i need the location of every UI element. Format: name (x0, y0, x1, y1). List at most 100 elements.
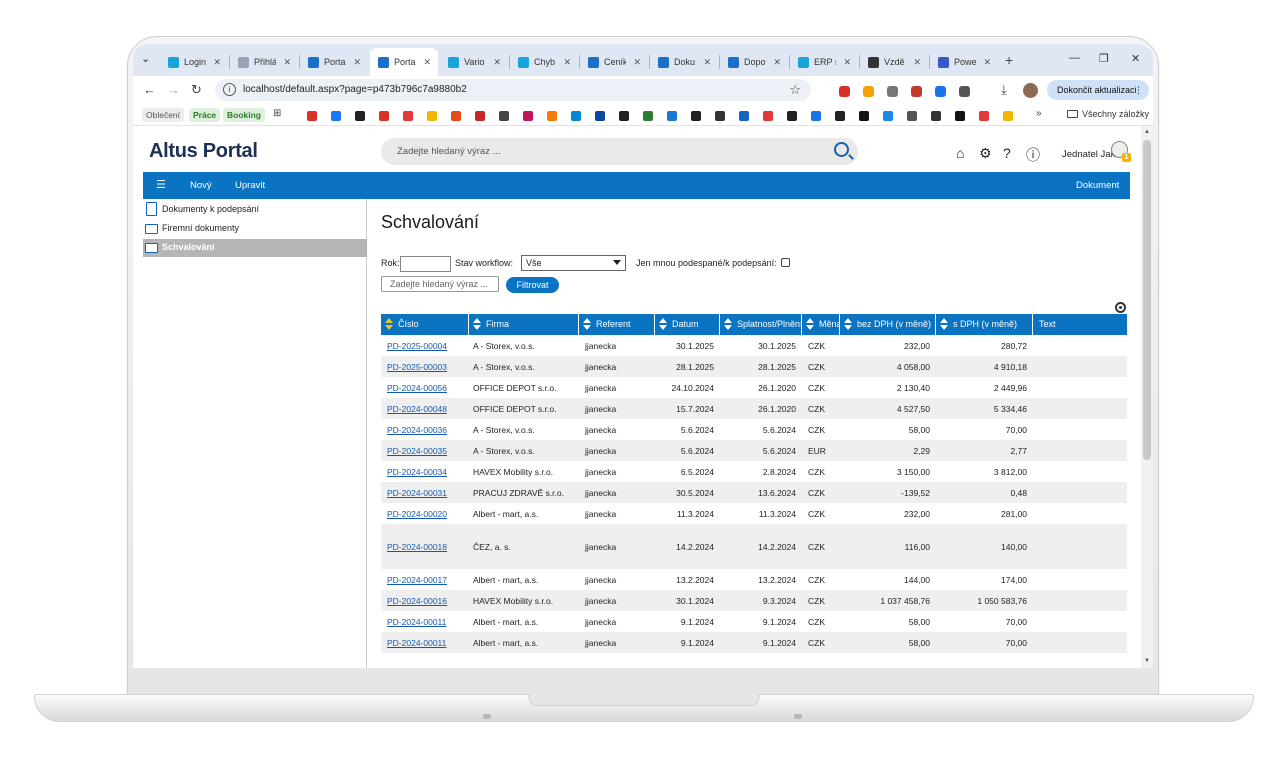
notification-badge[interactable]: 1 (1122, 153, 1131, 162)
browser-tab[interactable]: Powe ✕ (930, 50, 998, 74)
sort-icon[interactable] (473, 317, 482, 330)
bookmark-booking[interactable]: Booking (223, 108, 265, 122)
document-number-link[interactable]: PD-2024-00016 (381, 590, 469, 611)
forward-icon[interactable]: → (167, 82, 180, 97)
bookmark-favicon-icon[interactable] (619, 111, 629, 121)
home-icon[interactable]: ⌂ (956, 145, 964, 161)
table-row[interactable]: PD-2024-00017 Albert - mart, a.s. jjanecka… (381, 569, 1127, 590)
browser-tab[interactable]: Dopo ✕ (720, 50, 788, 74)
bookmark-favicon-icon[interactable] (331, 111, 341, 121)
column-header-bez_dph[interactable]: bez DPH (v měně) (840, 314, 936, 335)
sidebar-item-company-documents[interactable]: Firemní dokumenty (143, 220, 367, 238)
bookmark-favicon-icon[interactable] (355, 111, 365, 121)
column-header-mena[interactable]: Měna (802, 314, 840, 335)
bookmark-favicon-icon[interactable] (643, 111, 653, 121)
column-header-s_dph[interactable]: s DPH (v měně) (936, 314, 1033, 335)
bookmark-favicon-icon[interactable] (835, 111, 845, 121)
table-row[interactable]: PD-2024-00016 HAVEX Mobility s.r.o. jjanec… (381, 590, 1127, 611)
tab-search-chevron-icon[interactable]: ⌄ (141, 52, 150, 65)
sidebar-item-documents-to-sign[interactable]: Dokumenty k podepsání (143, 201, 367, 219)
bookmark-favicon-icon[interactable] (787, 111, 797, 121)
extension-icon[interactable] (887, 86, 898, 97)
filter-search-input[interactable]: Zadejte hledaný výraz ... (381, 276, 499, 292)
bookmark-favicon-icon[interactable] (763, 111, 773, 121)
extension-icon[interactable] (935, 86, 946, 97)
document-number-link[interactable]: PD-2024-00031 (381, 482, 469, 503)
scroll-up-icon[interactable]: ▲ (1144, 129, 1150, 135)
table-row[interactable]: PD-2024-00020 Albert - mart, a.s. jjanecka… (381, 503, 1127, 524)
reload-icon[interactable]: ↻ (191, 82, 202, 98)
tab-close-icon[interactable]: ✕ (703, 57, 711, 68)
document-number-link[interactable]: PD-2024-00035 (381, 440, 469, 461)
document-number-link[interactable]: PD-2024-00011 (381, 611, 469, 632)
document-number-link[interactable]: PD-2024-00036 (381, 419, 469, 440)
bookmark-prace[interactable]: Práce (189, 108, 221, 122)
sidebar-item-approval[interactable]: Schvalování (143, 239, 367, 257)
tab-close-icon[interactable]: ✕ (843, 57, 851, 68)
tab-close-icon[interactable]: ✕ (563, 57, 571, 68)
column-header-splatnost[interactable]: Splatnost/Plnění (720, 314, 802, 335)
table-row[interactable]: PD-2024-00035 A - Storex, v.o.s. jjanecka 5… (381, 440, 1127, 461)
bookmark-favicon-icon[interactable] (859, 111, 869, 121)
document-number-link[interactable]: PD-2025-00004 (381, 335, 469, 356)
more-bookmarks[interactable]: » (1036, 108, 1042, 119)
document-number-link[interactable]: PD-2024-00034 (381, 461, 469, 482)
workflow-select[interactable]: Vše (521, 255, 626, 271)
document-number-link[interactable]: PD-2024-00020 (381, 503, 469, 524)
bookmark-obleceni[interactable]: Oblečení (142, 108, 185, 122)
bookmark-favicon-icon[interactable] (523, 111, 533, 121)
search-icon[interactable] (834, 142, 849, 157)
bookmark-favicon-icon[interactable] (1003, 111, 1013, 121)
menu-kebab-icon[interactable]: ⋮ (1134, 80, 1143, 100)
browser-tab[interactable]: Vzdě ✕ (860, 50, 928, 74)
bookmark-favicon-icon[interactable] (307, 111, 317, 121)
back-icon[interactable]: ← (143, 82, 156, 97)
edit-button[interactable]: Upravit (235, 180, 265, 191)
bookmark-favicon-icon[interactable] (451, 111, 461, 121)
page-scrollbar[interactable]: ▲ ▼ (1141, 126, 1153, 668)
table-row[interactable]: PD-2024-00011 Albert - mart, a.s. jjanecka… (381, 632, 1127, 653)
bookmark-favicon-icon[interactable] (811, 111, 821, 121)
table-row[interactable]: PD-2024-00011 Albert - mart, a.s. jjanecka… (381, 611, 1127, 632)
browser-tab[interactable]: Login ✕ (160, 50, 228, 74)
document-number-link[interactable]: PD-2025-00003 (381, 356, 469, 377)
column-header-referent[interactable]: Referent (579, 314, 655, 335)
extension-icon[interactable] (959, 86, 970, 97)
only-mine-checkbox[interactable] (781, 258, 790, 267)
table-row[interactable]: PD-2024-00048 OFFICE DEPOT s.r.o. jjanecka… (381, 398, 1127, 419)
bookmark-favicon-icon[interactable] (403, 111, 413, 121)
bookmark-favicon-icon[interactable] (907, 111, 917, 121)
browser-tab[interactable]: Vario ✕ (440, 50, 508, 74)
scrollbar-thumb[interactable] (1143, 140, 1151, 460)
bookmark-favicon-icon[interactable] (691, 111, 701, 121)
minimize-icon[interactable]: — (1069, 52, 1080, 64)
gear-icon[interactable]: ⚙ (979, 145, 992, 162)
hamburger-menu-icon[interactable]: ☰ (156, 178, 166, 191)
filter-button[interactable]: Filtrovat (506, 277, 559, 293)
bookmark-favicon-icon[interactable] (979, 111, 989, 121)
column-header-text[interactable]: Text (1033, 314, 1127, 335)
browser-tab[interactable]: Portal ✕ (300, 50, 368, 74)
table-row[interactable]: PD-2024-00034 HAVEX Mobility s.r.o. jjanec… (381, 461, 1127, 482)
bookmark-star-icon[interactable]: ☆ (789, 82, 801, 98)
browser-tab[interactable]: Přihlá ✕ (230, 50, 298, 74)
bookmark-favicon-icon[interactable] (667, 111, 677, 121)
tab-close-icon[interactable]: ✕ (493, 57, 501, 68)
info-icon[interactable]: ⓘ (1026, 145, 1040, 165)
tab-close-icon[interactable]: ✕ (633, 57, 641, 68)
tab-close-icon[interactable]: ✕ (353, 57, 361, 68)
column-header-firma[interactable]: Firma (469, 314, 579, 335)
column-header-cislo[interactable]: Číslo (381, 314, 469, 335)
extension-icon[interactable] (839, 86, 850, 97)
apps-grid-icon[interactable]: ⊞ (273, 108, 281, 119)
bookmark-favicon-icon[interactable] (595, 111, 605, 121)
document-number-link[interactable]: PD-2024-00048 (381, 398, 469, 419)
document-number-link[interactable]: PD-2024-00018 (381, 524, 469, 569)
tab-close-icon[interactable]: ✕ (423, 57, 431, 68)
all-bookmarks[interactable]: Všechny záložky (1067, 109, 1149, 119)
maximize-icon[interactable]: ❐ (1099, 52, 1109, 65)
table-row[interactable]: PD-2024-00056 OFFICE DEPOT s.r.o. jjanecka… (381, 377, 1127, 398)
site-info-icon[interactable]: i (223, 83, 236, 96)
new-button[interactable]: Nový (190, 180, 212, 191)
sort-icon[interactable] (724, 317, 733, 330)
